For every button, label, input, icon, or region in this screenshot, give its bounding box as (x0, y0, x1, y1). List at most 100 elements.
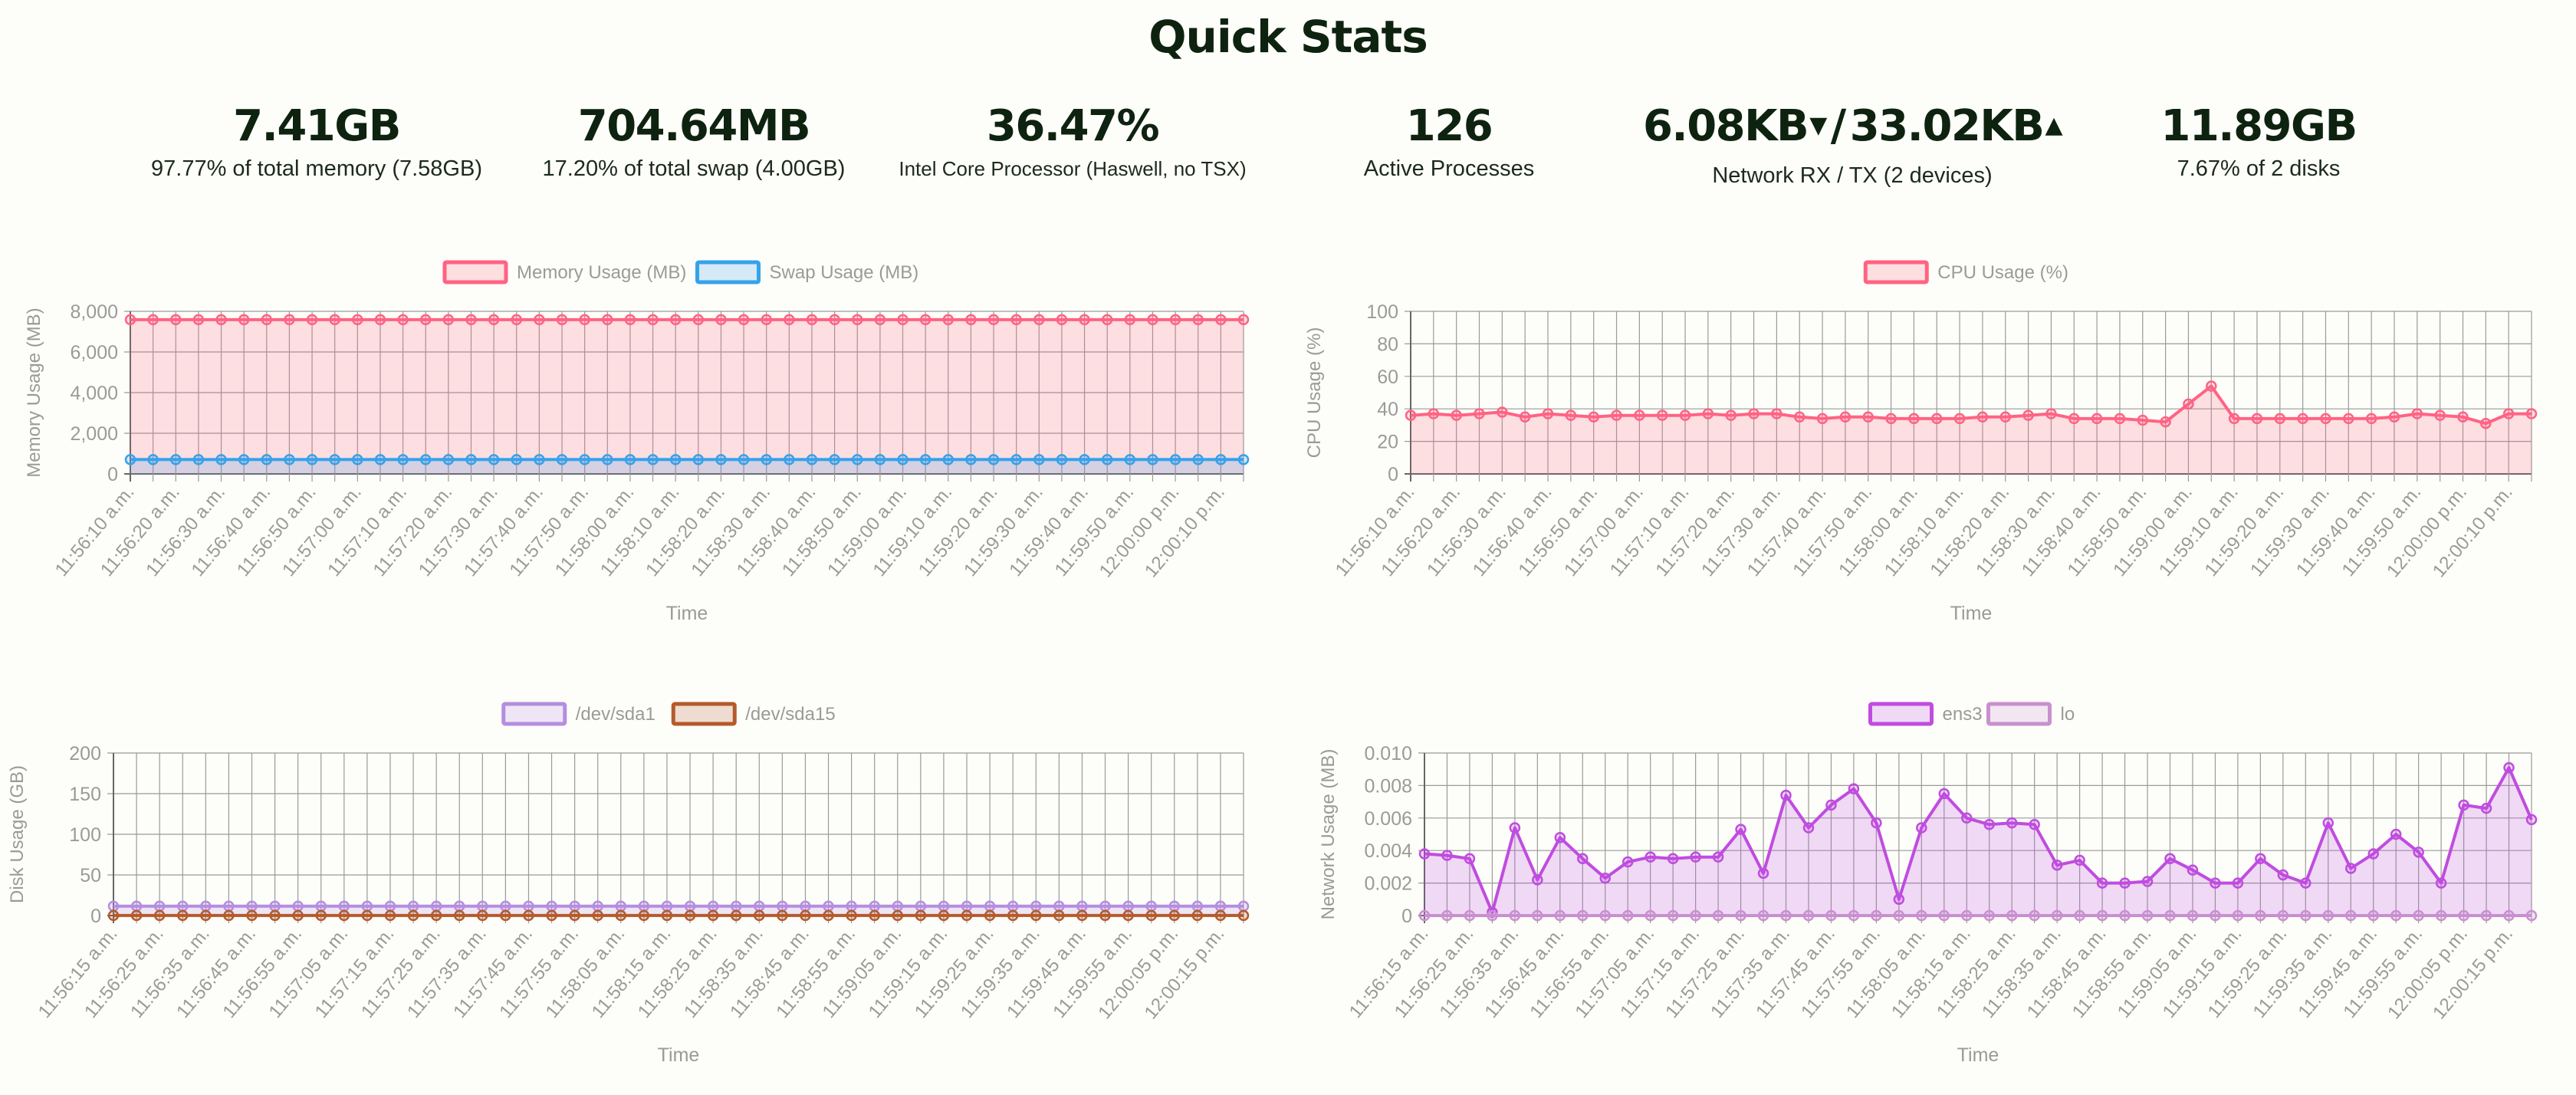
stat-disk-label: 7.67% of 2 disks (2177, 156, 2341, 181)
data-point (2390, 909, 2402, 922)
data-point (1519, 411, 1531, 423)
data-point (465, 454, 477, 465)
x-tick-label: 11:56:10 a.m. (51, 482, 139, 580)
data-point (2232, 877, 2244, 889)
data-point (2367, 848, 2379, 860)
data-point (1802, 822, 1815, 834)
x-tick-label: 12:00:15 p.m. (2429, 924, 2517, 1024)
stat-cpu-label: Intel Core Processor (Haswell, no TSX) (899, 157, 1247, 180)
data-point (261, 314, 273, 326)
data-point (569, 900, 580, 913)
data-point (1554, 909, 1566, 922)
data-point (2228, 413, 2240, 425)
data-point (374, 314, 386, 326)
data-point (961, 900, 973, 913)
data-point (1497, 406, 1508, 418)
data-point (942, 454, 955, 465)
data-point (754, 909, 765, 922)
data-point (2388, 411, 2400, 423)
data-point (2458, 799, 2469, 811)
chart-legend: CPU Usage (%) (1863, 260, 2068, 284)
data-point (892, 900, 904, 913)
data-point (800, 900, 811, 913)
stat-processes-label: Active Processes (1363, 156, 1535, 181)
data-point (1418, 848, 1431, 860)
data-point (1101, 454, 1113, 465)
data-point (546, 900, 557, 913)
data-point (1056, 454, 1068, 465)
data-point (961, 909, 973, 922)
data-point (715, 454, 727, 465)
data-point (1735, 824, 1746, 835)
data-point (2029, 819, 2040, 830)
data-point (1030, 909, 1042, 922)
data-point (534, 314, 545, 326)
data-point (2435, 909, 2447, 922)
data-point (692, 454, 705, 465)
data-point (738, 454, 750, 465)
data-point (1780, 789, 1792, 801)
data-point (2183, 398, 2194, 410)
data-point (269, 909, 281, 922)
legend-label: Memory Usage (MB) (517, 262, 686, 283)
data-point (2277, 869, 2289, 881)
data-point (738, 314, 750, 326)
legend-label: CPU Usage (%) (1937, 262, 2068, 283)
data-point (777, 900, 788, 913)
data-point (1930, 413, 1943, 425)
data-point (2300, 909, 2312, 922)
data-point (1802, 909, 1815, 922)
data-point (2525, 909, 2538, 922)
data-point (829, 314, 840, 326)
data-point (2137, 414, 2149, 426)
data-point (1215, 314, 1227, 326)
data-point (1871, 817, 1882, 829)
series-cpu-usage- (1405, 380, 2538, 474)
data-point (1145, 900, 1157, 913)
data-point (647, 314, 659, 326)
page-title: Quick Stats (1148, 11, 1428, 63)
data-point (1871, 909, 1882, 922)
y-tick-label: 2,000 (70, 423, 118, 445)
data-point (1712, 909, 1724, 922)
data-point (1237, 909, 1250, 922)
data-point (1679, 409, 1691, 421)
data-point (1938, 788, 1950, 800)
data-point (107, 900, 120, 913)
data-point (1983, 909, 1995, 922)
data-point (1099, 909, 1111, 922)
data-point (1532, 909, 1543, 922)
data-point (806, 314, 818, 326)
data-point (897, 314, 909, 326)
data-point (1192, 314, 1204, 326)
data-point (647, 454, 659, 465)
data-point (2480, 802, 2492, 814)
data-point (897, 454, 909, 465)
data-point (2141, 909, 2154, 922)
y-tick-label: 0 (1388, 464, 1398, 485)
data-point (2411, 408, 2423, 419)
y-tick-label: 0.008 (1364, 775, 1412, 797)
data-point (1451, 409, 1462, 421)
data-point (284, 454, 295, 465)
data-point (523, 900, 534, 913)
data-point (874, 454, 886, 465)
data-point (1953, 413, 1966, 425)
stat-swap-label: 17.20% of total swap (4.00GB) (542, 156, 846, 181)
data-point (1441, 850, 1453, 861)
data-point (2322, 817, 2334, 829)
x-tick-label: 11:56:10 a.m. (1332, 482, 1419, 580)
data-point (707, 900, 719, 913)
data-point (806, 454, 818, 465)
data-point (2390, 828, 2402, 840)
data-point (1214, 900, 1227, 913)
series-area (1424, 768, 2532, 916)
x-tick-label: 11:56:15 a.m. (1346, 924, 1433, 1022)
data-point (938, 900, 950, 913)
data-point (329, 314, 340, 326)
y-axis-title: CPU Usage (%) (1304, 327, 1325, 459)
data-point (1622, 909, 1634, 922)
data-point (1771, 408, 1783, 419)
data-point (754, 900, 765, 913)
data-point (124, 314, 136, 326)
